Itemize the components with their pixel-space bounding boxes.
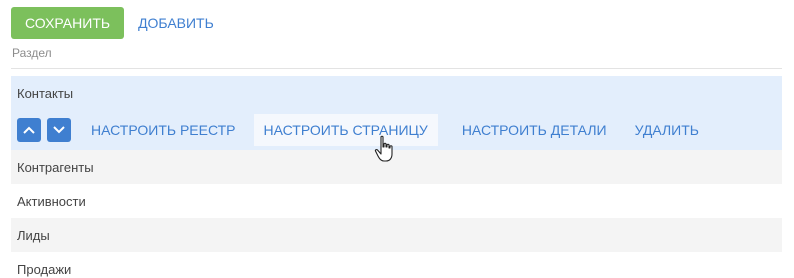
list-item-label: Контрагенты xyxy=(17,159,94,175)
section-settings-screen: СОХРАНИТЬ ДОБАВИТЬ Раздел Контакты НАСТР… xyxy=(0,0,794,278)
list-item[interactable]: Контрагенты xyxy=(11,150,782,184)
list-item[interactable]: Активности xyxy=(11,184,782,218)
move-up-button[interactable] xyxy=(17,118,41,142)
list-item-selected[interactable]: Контакты xyxy=(11,76,782,110)
move-down-button[interactable] xyxy=(47,118,71,142)
list-item[interactable]: Продажи xyxy=(11,252,782,278)
section-caption: Раздел xyxy=(12,46,52,60)
sections-list: Контакты НАСТРОИТЬ РЕЕСТР НАСТРОИТЬ СТРА… xyxy=(11,76,782,278)
save-button[interactable]: СОХРАНИТЬ xyxy=(11,7,125,39)
row-action-bar: НАСТРОИТЬ РЕЕСТР НАСТРОИТЬ СТРАНИЦУ НАСТ… xyxy=(11,110,782,150)
configure-details-button[interactable]: НАСТРОИТЬ ДЕТАЛИ xyxy=(462,114,607,146)
list-item-label: Лиды xyxy=(17,227,50,243)
list-item-label: Продажи xyxy=(17,261,72,277)
divider xyxy=(11,68,782,69)
add-button[interactable]: ДОБАВИТЬ xyxy=(138,15,214,31)
configure-registry-button[interactable]: НАСТРОИТЬ РЕЕСТР xyxy=(91,114,236,146)
chevron-up-icon xyxy=(23,126,35,134)
list-item-label: Контакты xyxy=(17,85,74,101)
chevron-down-icon xyxy=(53,126,65,134)
delete-button[interactable]: УДАЛИТЬ xyxy=(635,114,699,146)
list-item-label: Активности xyxy=(17,193,86,209)
configure-page-button[interactable]: НАСТРОИТЬ СТРАНИЦУ xyxy=(253,114,438,146)
list-item[interactable]: Лиды xyxy=(11,218,782,252)
toolbar: СОХРАНИТЬ ДОБАВИТЬ xyxy=(11,7,214,39)
